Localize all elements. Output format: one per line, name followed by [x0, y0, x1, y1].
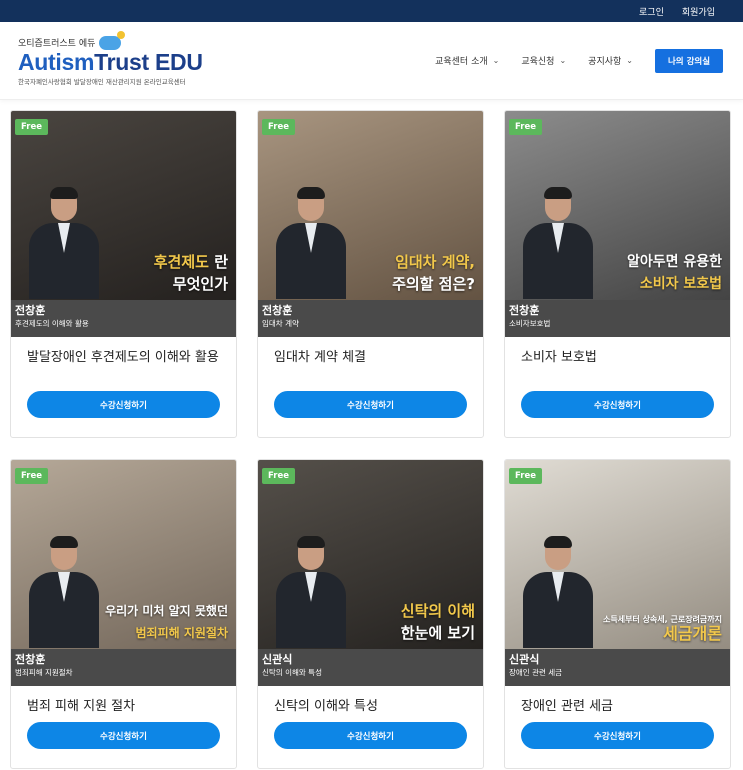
caption-highlight: 신탁의 이해 [400, 602, 475, 620]
chevron-down-icon: ⌄ [559, 56, 567, 65]
thumbnail-caption: 알아두면 유용한소비자 보호법 [627, 251, 722, 295]
course-title[interactable]: 임대차 계약 체결 [258, 337, 483, 391]
logo-small-text: 오티즘트러스트 에듀 [18, 39, 96, 49]
free-badge: Free [509, 119, 542, 135]
course-subtitle: 신탁의 이해와 특성 [262, 668, 322, 677]
logo-tagline: 오티즘트러스트 에듀 [18, 30, 203, 50]
nav-about[interactable]: 교육센터 소개 ⌄ [435, 54, 499, 67]
thumbnail-caption: 임대차 계약, 주의할 점은? [392, 251, 475, 295]
caption-highlight: 소비자 보호법 [639, 276, 722, 292]
course-subtitle: 임대차 계약 [262, 319, 299, 328]
logo-subtitle: 한국자폐인사랑협회 발달장애인 재산관리지원 온라인교육센터 [18, 77, 186, 86]
instructor-bar: 전창훈소비자보호법 [505, 300, 730, 337]
course-grid: Free 후견제도 란 무엇인가 전창훈 후견제도의 이해와 활용 발달장애인 후견… [10, 110, 731, 769]
instructor-photo [523, 536, 593, 648]
enroll-button[interactable]: 수강신청하기 [521, 391, 714, 418]
logo-word-b: Trust EDU [94, 48, 203, 75]
my-courses-button[interactable]: 나의 강의실 [655, 48, 723, 73]
course-subtitle: 소비자보호법 [509, 319, 551, 328]
enroll-button[interactable]: 수강신청하기 [27, 391, 220, 418]
nav-apply-label: 교육신청 [521, 57, 555, 67]
thumbnail-caption: 후견제도 란무엇인가 [154, 251, 228, 295]
caption-line-b: 주의할 점은? [392, 275, 475, 293]
course-thumbnail[interactable]: Free 알아두면 유용한소비자 보호법 전창훈소비자보호법 [505, 111, 730, 337]
instructor-bar: 전창훈후견제도의 이해와 활용 [11, 300, 236, 337]
course-thumbnail[interactable]: Free 신탁의 이해한눈에 보기 신관식신탁의 이해와 특성 [258, 460, 483, 686]
enroll-button[interactable]: 수강신청하기 [27, 722, 220, 749]
caption-highlight: 범죄피해 지원절차 [135, 626, 229, 640]
free-badge: Free [509, 468, 542, 484]
course-card: Free 후견제도 란무엇인가 전창훈후견제도의 이해와 활용 발달장애인 후견… [10, 110, 237, 438]
thumbnail-caption: 소득세부터 상속세, 근로장려금까지 세금개론 [603, 613, 722, 644]
course-card: Free 임대차 계약, 주의할 점은? 전창훈 임대차 계약 임대차 계약 체결 … [257, 110, 484, 438]
nav-about-label: 교육센터 소개 [435, 57, 488, 67]
nav-notice[interactable]: 공지사항 ⌄ [588, 54, 633, 67]
instructor-name: 전창훈 [15, 304, 46, 317]
site-header: 오티즘트러스트 에듀 AutismTrust EDU 한국자폐인사랑협회 발달장… [0, 22, 743, 100]
instructor-bar: 신관식신탁의 이해와 특성 [258, 649, 483, 686]
caption-line-a: 란 [214, 253, 228, 271]
caption-highlight: 후견제도 [153, 253, 209, 271]
course-card: Free 우리가 미처 알지 못했던 범죄피해 지원절차 전창훈 범죄피해 지원절차… [10, 459, 237, 769]
course-subtitle: 장애인 관련 세금 [509, 668, 563, 677]
enroll-button[interactable]: 수강신청하기 [274, 722, 467, 749]
instructor-bar: 전창훈임대차 계약 [258, 300, 483, 337]
signup-link[interactable]: 회원가입 [682, 5, 715, 18]
course-card: Free 신탁의 이해한눈에 보기 신관식신탁의 이해와 특성 신탁의 이해와 … [257, 459, 484, 769]
thumbnail-caption: 신탁의 이해한눈에 보기 [401, 600, 475, 644]
instructor-bar: 신관식장애인 관련 세금 [505, 649, 730, 686]
caption-highlight: 임대차 계약, [395, 253, 475, 271]
course-title[interactable]: 소비자 보호법 [505, 337, 730, 391]
caption-highlight: 세금개론 [663, 624, 722, 643]
instructor-photo [29, 187, 99, 299]
top-utility-bar: 로그인 회원가입 [0, 0, 743, 22]
instructor-photo [29, 536, 99, 648]
instructor-photo [276, 187, 346, 299]
enroll-button[interactable]: 수강신청하기 [521, 722, 714, 749]
nav-notice-label: 공지사항 [588, 57, 622, 67]
course-thumbnail[interactable]: Free 소득세부터 상속세, 근로장려금까지 세금개론 신관식장애인 관련 세금 [505, 460, 730, 686]
login-link[interactable]: 로그인 [639, 5, 664, 18]
cloud-icon [99, 30, 126, 50]
course-thumbnail[interactable]: Free 후견제도 란무엇인가 전창훈후견제도의 이해와 활용 [11, 111, 236, 337]
course-title[interactable]: 발달장애인 후견제도의 이해와 활용 [11, 337, 236, 391]
course-subtitle: 범죄피해 지원절차 [15, 668, 73, 677]
instructor-name: 전창훈 [15, 653, 46, 666]
course-thumbnail[interactable]: Free 우리가 미처 알지 못했던 범죄피해 지원절차 전창훈 범죄피해 지원절차 [11, 460, 236, 686]
course-card: Free 소득세부터 상속세, 근로장려금까지 세금개론 신관식장애인 관련 세금… [504, 459, 731, 769]
free-badge: Free [15, 468, 48, 484]
instructor-name: 신관식 [509, 653, 540, 666]
caption-line-b: 무엇인가 [172, 275, 228, 293]
course-thumbnail[interactable]: Free 임대차 계약, 주의할 점은? 전창훈임대차 계약 [258, 111, 483, 337]
caption-line-b: 한눈에 보기 [400, 624, 475, 642]
caption-line-a: 우리가 미처 알지 못했던 [105, 604, 228, 618]
instructor-name: 전창훈 [509, 304, 540, 317]
caption-line-a: 소득세부터 상속세, 근로장려금까지 [602, 615, 722, 624]
enroll-button[interactable]: 수강신청하기 [274, 391, 467, 418]
course-subtitle: 후견제도의 이해와 활용 [15, 319, 89, 328]
instructor-photo [523, 187, 593, 299]
instructor-photo [276, 536, 346, 648]
logo-word-a: Autism [18, 48, 95, 75]
chevron-down-icon: ⌄ [492, 56, 500, 65]
site-logo[interactable]: 오티즘트러스트 에듀 AutismTrust EDU 한국자폐인사랑협회 발달장… [18, 30, 203, 86]
free-badge: Free [15, 119, 48, 135]
free-badge: Free [262, 468, 295, 484]
main-nav: 교육센터 소개 ⌄ 교육신청 ⌄ 공지사항 ⌄ 나의 강의실 [435, 48, 723, 73]
thumbnail-caption: 우리가 미처 알지 못했던범죄피해 지원절차 [105, 600, 228, 644]
chevron-down-icon: ⌄ [626, 56, 633, 65]
course-card: Free 알아두면 유용한소비자 보호법 전창훈소비자보호법 소비자 보호법 수… [504, 110, 731, 438]
caption-line-a: 알아두면 유용한 [626, 254, 722, 270]
instructor-bar: 전창훈범죄피해 지원절차 [11, 649, 236, 686]
free-badge: Free [262, 119, 295, 135]
nav-apply[interactable]: 교육신청 ⌄ [521, 54, 566, 67]
instructor-name: 전창훈 [262, 304, 293, 317]
logo-wordmark: AutismTrust EDU [18, 50, 203, 74]
instructor-name: 신관식 [262, 653, 293, 666]
